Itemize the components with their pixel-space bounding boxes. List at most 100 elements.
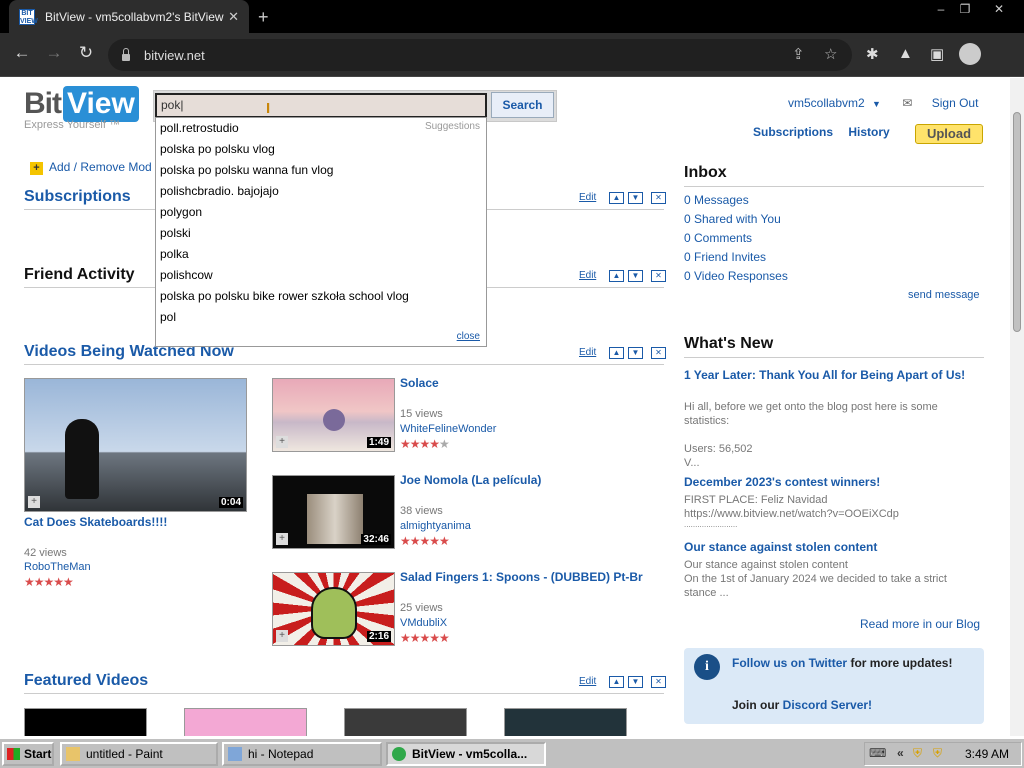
video-user-link[interactable]: RoboTheMan [24, 561, 91, 573]
move-up-icon[interactable]: ▲ [609, 270, 624, 282]
scrollbar-thumb[interactable] [1013, 112, 1021, 332]
browser-tab[interactable]: BIT VIEW BitView - vm5collabvm2's BitView… [9, 0, 249, 33]
suggestions-close-link[interactable]: close [457, 331, 480, 342]
start-button[interactable]: Start [2, 742, 54, 766]
edit-link[interactable]: Edit [579, 347, 596, 358]
video-views: 15 views [400, 408, 443, 420]
inbox-video-responses-link[interactable]: 0 Video Responses [684, 269, 984, 283]
username-link[interactable]: vm5collabvm2 [788, 96, 865, 110]
new-tab-icon[interactable]: + [258, 7, 269, 28]
bookmark-star-icon[interactable]: ☆ [824, 45, 837, 63]
taskbar-item-bitview[interactable]: BitView - vm5colla... [386, 742, 546, 766]
suggestion-item[interactable]: polski [156, 223, 486, 244]
tray-expand-icon[interactable]: « [897, 746, 904, 760]
video-title-link[interactable]: Salad Fingers 1: Spoons - (DUBBED) Pt-Br [400, 570, 660, 584]
move-down-icon[interactable]: ▼ [628, 192, 643, 204]
video-user-link[interactable]: VMdubliX [400, 617, 447, 629]
inbox-comments-link[interactable]: 0 Comments [684, 231, 984, 245]
forward-icon[interactable]: → [42, 43, 66, 63]
add-to-playlist-icon[interactable]: + [28, 496, 40, 508]
move-up-icon[interactable]: ▲ [609, 192, 624, 204]
news-title-link[interactable]: December 2023's contest winners! [684, 475, 980, 489]
mail-icon[interactable]: ✉ [902, 96, 912, 110]
edit-link[interactable]: Edit [579, 192, 596, 203]
add-to-playlist-icon[interactable]: + [276, 630, 288, 642]
read-more-blog-link[interactable]: Read more in our Blog [860, 617, 980, 631]
video-thumbnail[interactable]: + 1:49 [272, 378, 395, 452]
featured-thumbnail[interactable] [184, 708, 307, 736]
suggestion-item[interactable]: pol [156, 307, 486, 328]
signout-link[interactable]: Sign Out [932, 96, 979, 110]
edit-link[interactable]: Edit [579, 270, 596, 281]
user-menu-chevron-icon[interactable]: ▼ [872, 99, 881, 109]
video-user-link[interactable]: almightyanima [400, 520, 471, 532]
featured-thumbnail[interactable] [344, 708, 467, 736]
taskbar: Start untitled - Paint hi - Notepad BitV… [0, 737, 1024, 768]
security-shield-icon[interactable]: ⛨ [913, 746, 922, 761]
send-message-link[interactable]: send message [908, 289, 980, 301]
suggestion-item[interactable]: polishcbradio. bajojajo [156, 181, 486, 202]
inbox-shared-link[interactable]: 0 Shared with You [684, 212, 984, 226]
bitview-logo[interactable]: Bit View Express Yourself ™ [24, 86, 139, 131]
move-down-icon[interactable]: ▼ [628, 676, 643, 688]
news-text: Hi all, before we get onto the blog post… [684, 401, 938, 427]
address-bar[interactable]: bitview.net ⇪ ☆ [108, 39, 852, 71]
move-down-icon[interactable]: ▼ [628, 347, 643, 359]
video-thumbnail[interactable]: + 2:16 [272, 572, 395, 646]
system-tray: ⌨ « ⛨ ⛨ 3:49 AM [864, 742, 1022, 766]
video-title-link[interactable]: Cat Does Skateboards!!!! [24, 515, 167, 529]
reload-icon[interactable]: ↻ [74, 43, 98, 63]
taskbar-item-paint[interactable]: untitled - Paint [60, 742, 218, 766]
video-title-link[interactable]: Solace [400, 376, 439, 390]
suggestion-item[interactable]: polka [156, 244, 486, 265]
move-up-icon[interactable]: ▲ [609, 347, 624, 359]
remove-module-icon[interactable]: ✕ [651, 676, 666, 688]
window-close-icon[interactable]: ✕ [984, 0, 1014, 20]
suggestion-item[interactable]: polska po polsku wanna fun vlog [156, 160, 486, 181]
featured-thumbnail[interactable] [24, 708, 147, 736]
tab-close-icon[interactable]: ✕ [228, 9, 239, 25]
news-title-link[interactable]: Our stance against stolen content [684, 540, 980, 554]
remove-module-icon[interactable]: ✕ [651, 192, 666, 204]
remove-module-icon[interactable]: ✕ [651, 270, 666, 282]
video-title-link[interactable]: Joe Nomola (La película) [400, 473, 541, 487]
move-up-icon[interactable]: ▲ [609, 676, 624, 688]
news-title-link[interactable]: 1 Year Later: Thank You All for Being Ap… [684, 368, 980, 382]
share-icon[interactable]: ⇪ [792, 45, 805, 63]
chrome-icon [392, 747, 406, 761]
nav-history[interactable]: History [848, 125, 889, 139]
video-user-link[interactable]: WhiteFelineWonder [400, 423, 496, 435]
video-thumbnail[interactable]: + 32:46 [272, 475, 395, 549]
suggestion-item[interactable]: polygon [156, 202, 486, 223]
suggestion-item[interactable]: polska po polsku bike rower szkoła schoo… [156, 286, 486, 307]
featured-thumbnail[interactable] [504, 708, 627, 736]
profile-avatar-icon[interactable] [959, 43, 981, 65]
suggestion-item[interactable]: polska po polsku vlog [156, 139, 486, 160]
inbox-friend-invites-link[interactable]: 0 Friend Invites [684, 250, 984, 264]
inbox-messages-link[interactable]: 0 Messages [684, 193, 984, 207]
discord-link[interactable]: Discord Server! [783, 698, 872, 712]
back-icon[interactable]: ← [10, 43, 34, 63]
suggestion-item[interactable]: polishcow [156, 265, 486, 286]
security-shield-icon[interactable]: ⛨ [933, 746, 942, 761]
search-button[interactable]: Search [491, 92, 554, 118]
move-down-icon[interactable]: ▼ [628, 270, 643, 282]
friend-activity-title: Friend Activity [24, 266, 135, 283]
labs-icon[interactable]: ▲ [898, 45, 913, 62]
extensions-icon[interactable]: ✱ [866, 45, 879, 63]
add-to-playlist-icon[interactable]: + [276, 533, 288, 545]
add-to-playlist-icon[interactable]: + [276, 436, 288, 448]
video-thumbnail-main[interactable]: + 0:04 [24, 378, 247, 512]
edit-link[interactable]: Edit [579, 676, 596, 687]
add-remove-modules[interactable]: + Add / Remove Mod [30, 160, 152, 175]
upload-button[interactable]: Upload [915, 124, 983, 144]
keyboard-icon[interactable]: ⌨ [869, 746, 886, 760]
search-input[interactable]: pok| [155, 93, 487, 118]
nav-subscriptions[interactable]: Subscriptions [753, 125, 833, 139]
taskbar-item-notepad[interactable]: hi - Notepad [222, 742, 382, 766]
twitter-link[interactable]: Follow us on Twitter [732, 656, 847, 670]
restore-icon[interactable]: ❐ [950, 0, 980, 20]
side-panel-icon[interactable]: ▣ [930, 45, 944, 63]
remove-module-icon[interactable]: ✕ [651, 347, 666, 359]
page-scrollbar[interactable] [1010, 78, 1024, 736]
